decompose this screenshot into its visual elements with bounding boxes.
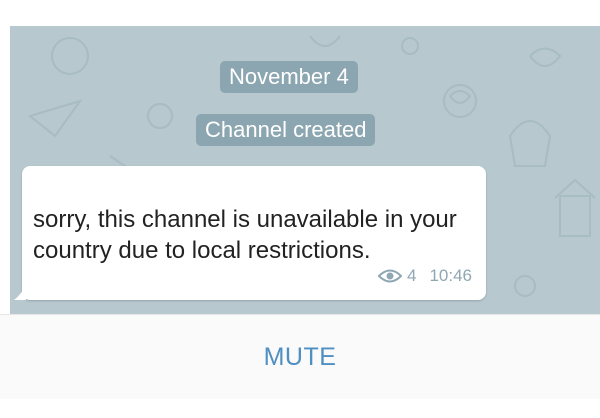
message-text: sorry, this channel is unavailable in yo… bbox=[33, 206, 457, 264]
message-time: 10:46 bbox=[429, 266, 472, 285]
date-label: November 4 bbox=[220, 61, 358, 93]
mute-button[interactable]: MUTE bbox=[0, 315, 600, 399]
message-bubble[interactable]: sorry, this channel is unavailable in yo… bbox=[14, 166, 486, 300]
message-meta: 4 10:46 bbox=[377, 266, 472, 286]
eye-icon bbox=[377, 269, 402, 283]
view-count: 4 bbox=[406, 266, 417, 285]
bottom-bar: MUTE bbox=[0, 314, 600, 399]
bubble-tail bbox=[14, 284, 26, 300]
chat-background: November 4 Channel created sorry, this c… bbox=[10, 26, 600, 314]
service-message: Channel created bbox=[196, 114, 376, 146]
